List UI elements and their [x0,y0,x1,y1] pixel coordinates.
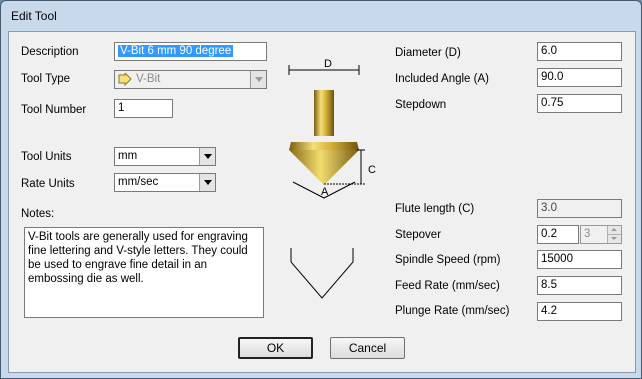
spindle-speed-input[interactable]: 15000 [537,250,622,269]
tool-type-select[interactable]: V-Bit [114,70,267,89]
description-input[interactable]: V-Bit 6 mm 90 degree [114,42,267,61]
cancel-button[interactable]: Cancel [330,337,405,359]
rate-units-label: Rate Units [21,178,75,190]
tool-units-select[interactable]: mm [114,147,216,166]
angle-mark-label: A [321,186,329,198]
flute-length-label: Flute length (C) [395,203,475,215]
tool-number-label: Tool Number [21,104,87,116]
tool-number-input[interactable]: 1 [114,99,173,118]
spindle-speed-label: Spindle Speed (rpm) [395,254,501,266]
tool-type-value: V-Bit [136,73,161,85]
dialog-panel: Description V-Bit 6 mm 90 degree Tool Ty… [8,31,636,373]
flute-mark-label: C [368,164,376,176]
tool-type-label: Tool Type [21,73,71,85]
description-label: Description [21,46,79,58]
vbit-diagram: D C A [288,58,376,299]
rate-units-value: mm/sec [118,176,159,188]
stepover-spin-value: 3 [584,228,591,240]
description-value: V-Bit 6 mm 90 degree [118,45,234,57]
stepdown-input[interactable]: 0.75 [537,94,622,113]
feed-rate-input[interactable]: 8.5 [537,276,622,295]
window-title: Edit Tool [11,9,57,23]
tool-shank [314,90,334,136]
stepdown-label: Stepdown [395,99,447,111]
feed-rate-label: Feed Rate (mm/sec) [395,280,500,292]
plunge-rate-input[interactable]: 4.2 [537,302,622,321]
chevron-down-icon [199,148,215,165]
spin-up-icon[interactable] [607,226,621,235]
diameter-input[interactable]: 6.0 [537,42,622,61]
diameter-label: Diameter (D) [395,47,461,59]
chevron-down-icon [250,71,266,88]
chevron-down-icon [199,174,215,191]
included-angle-label: Included Angle (A) [395,73,489,85]
notes-label: Notes: [21,208,55,220]
spin-down-icon[interactable] [607,235,621,243]
rate-units-select[interactable]: mm/sec [114,173,216,192]
tool-units-label: Tool Units [21,151,72,163]
flute-length-input[interactable]: 3.0 [537,199,622,218]
v-profile [290,248,354,299]
stepover-label: Stepover [395,229,442,241]
notes-textarea[interactable]: V-Bit tools are generally used for engra… [24,227,264,318]
included-angle-input[interactable]: 90.0 [537,68,622,87]
tool-units-value: mm [118,150,138,162]
tool-cone [289,150,359,185]
vbit-icon [118,73,132,86]
plunge-rate-label: Plunge Rate (mm/sec) [395,305,510,317]
ok-button[interactable]: OK [238,337,313,359]
title-bar[interactable]: Edit Tool [1,1,641,31]
diameter-mark-label: D [324,58,332,70]
edit-tool-dialog: Edit Tool Description V-Bit 6 mm 90 degr… [0,0,642,379]
stepover-spinner[interactable]: 3 [580,225,622,244]
stepover-input[interactable]: 0.2 [537,225,579,244]
tool-flange [289,142,359,150]
